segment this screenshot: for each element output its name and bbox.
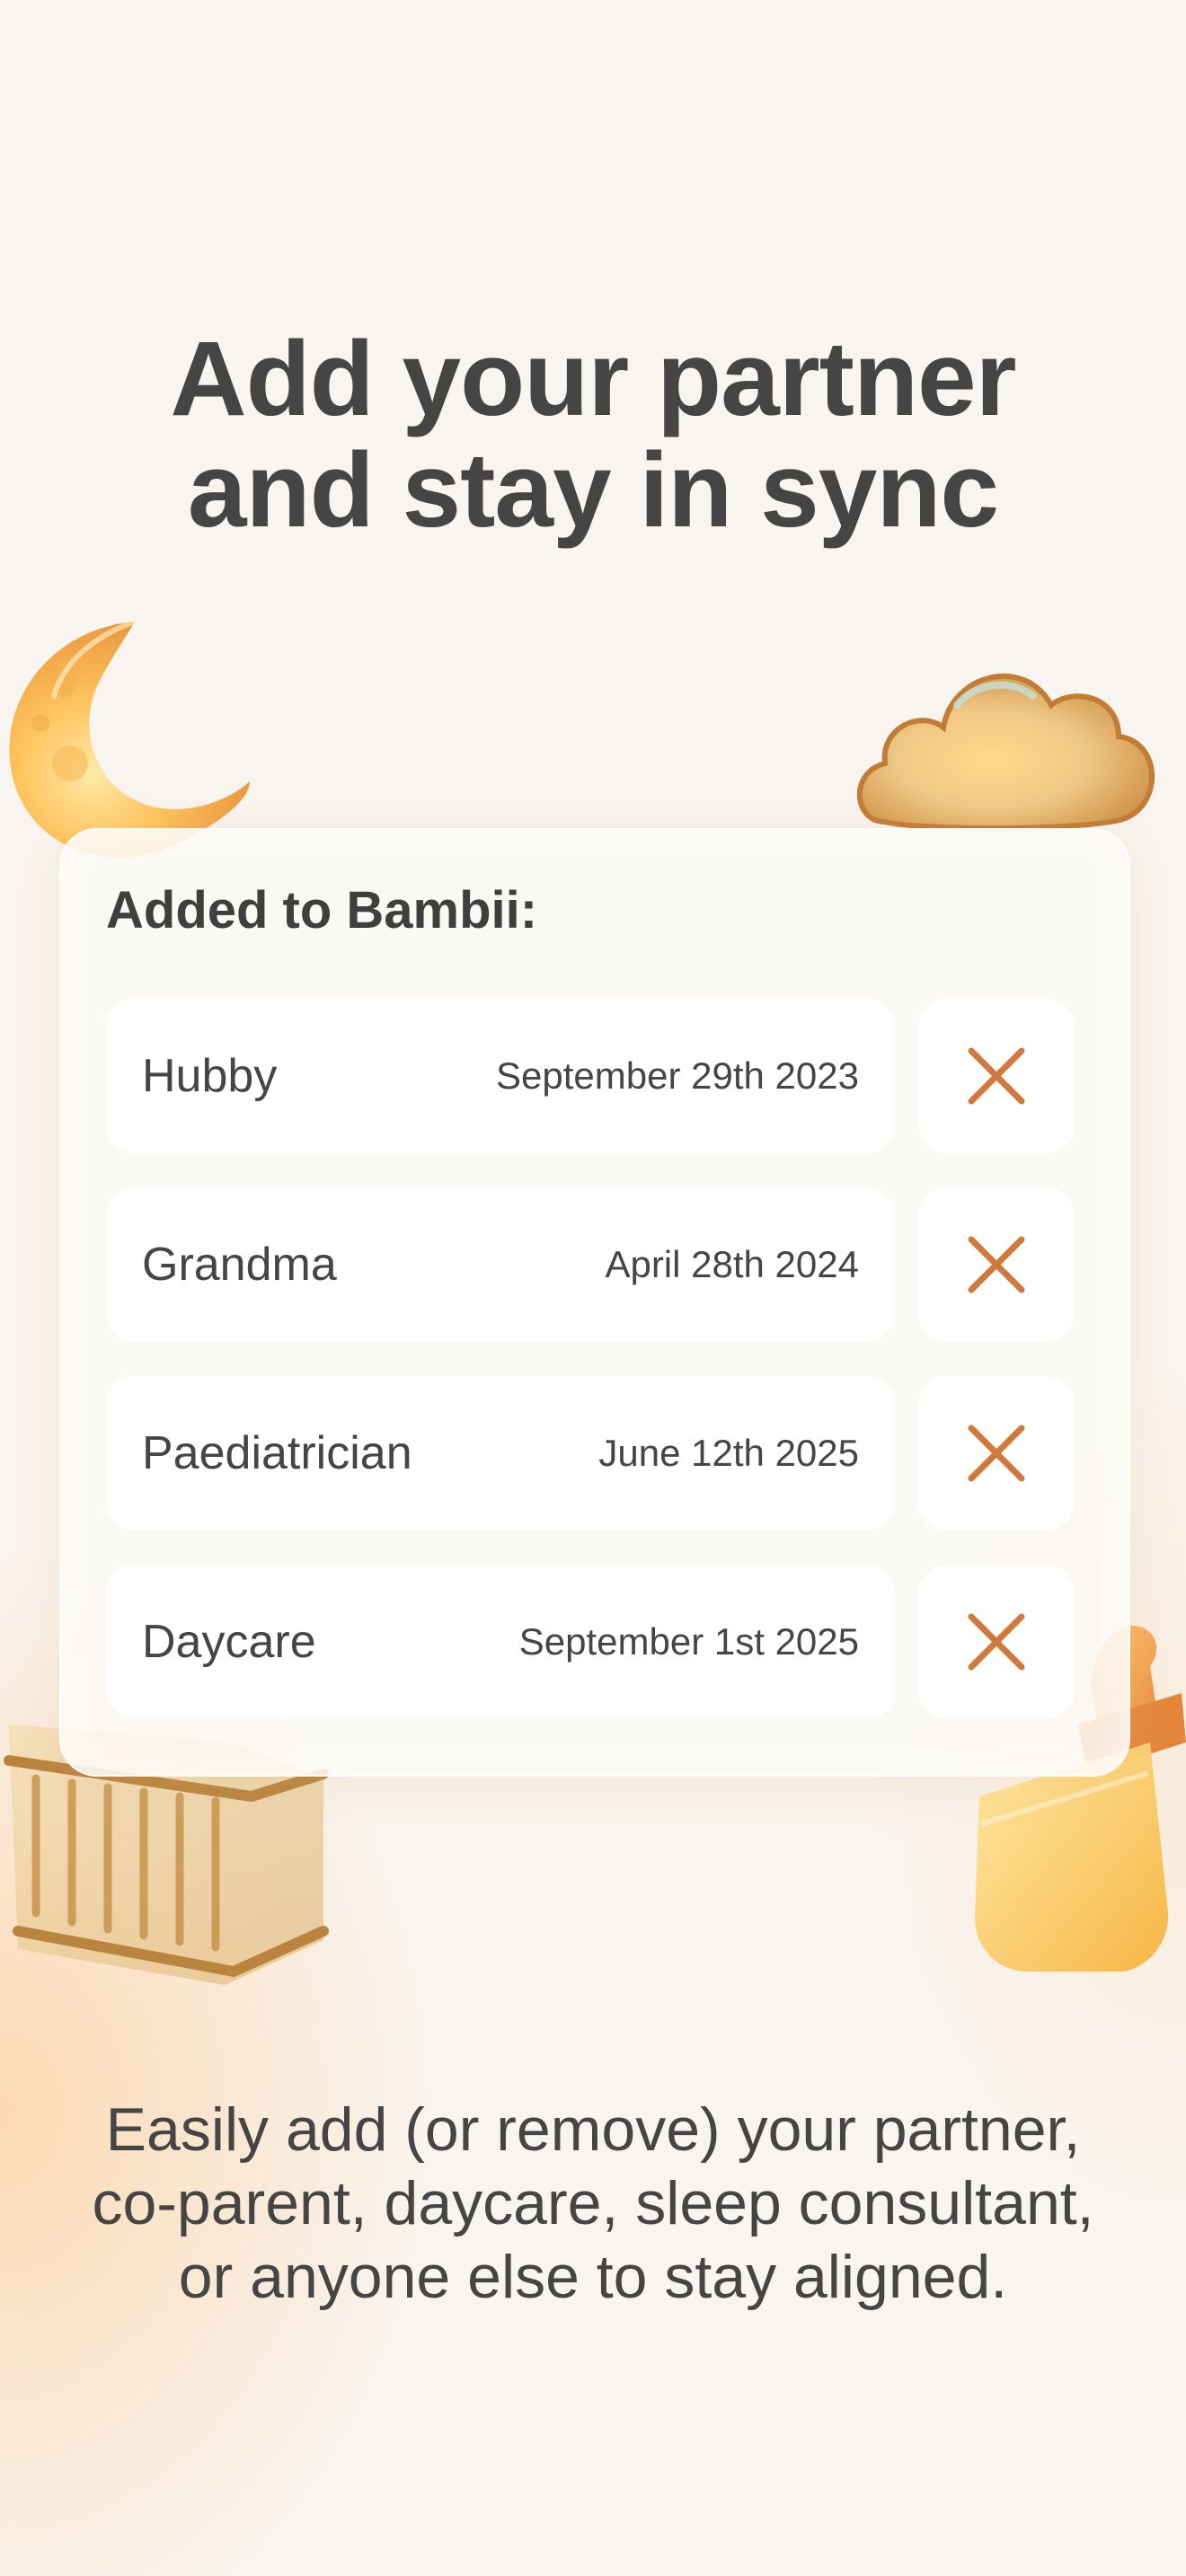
remove-button[interactable] (918, 999, 1075, 1153)
list-item-date: September 1st 2025 (518, 1620, 859, 1663)
headline: Add your partner and stay in sync (0, 323, 1186, 546)
remove-button[interactable] (918, 1376, 1075, 1531)
list-item-name: Grandma (142, 1239, 337, 1291)
close-icon (968, 1047, 1025, 1105)
list-item-name: Daycare (142, 1616, 316, 1668)
description-line-3: or anyone else to stay aligned. (178, 2243, 1008, 2311)
list-item-info: Daycare September 1st 2025 (106, 1565, 895, 1719)
list-item-info: Paediatrician June 12th 2025 (106, 1376, 895, 1531)
description-text: Easily add (or remove) your partner, co-… (36, 2093, 1150, 2314)
cloud-icon (856, 673, 1155, 831)
list-item-name: Hubby (142, 1050, 278, 1102)
list-item: Daycare September 1st 2025 (106, 1565, 1075, 1719)
list-item-date: September 29th 2023 (496, 1054, 859, 1097)
shared-users-card: Added to Bambii: Hubby September 29th 20… (59, 828, 1130, 1777)
headline-line-2: and stay in sync (187, 431, 999, 550)
list-item-date: June 12th 2025 (598, 1432, 859, 1474)
description-line-1: Easily add (or remove) your partner, (105, 2095, 1081, 2164)
list-item: Paediatrician June 12th 2025 (106, 1376, 1075, 1531)
card-title: Added to Bambii: (106, 881, 538, 940)
list-item-info: Grandma April 28th 2024 (106, 1187, 895, 1342)
remove-button[interactable] (918, 1565, 1075, 1719)
close-icon (968, 1425, 1025, 1482)
close-icon (968, 1613, 1025, 1671)
remove-button[interactable] (918, 1187, 1075, 1342)
list-item-date: April 28th 2024 (605, 1243, 859, 1285)
list-item-info: Hubby September 29th 2023 (106, 999, 895, 1153)
list-item: Grandma April 28th 2024 (106, 1187, 1075, 1342)
description-line-2: co-parent, daycare, sleep consultant, (92, 2169, 1094, 2237)
list-item: Hubby September 29th 2023 (106, 999, 1075, 1153)
headline-line-1: Add your partner (170, 320, 1016, 438)
close-icon (968, 1236, 1025, 1293)
list-item-name: Paediatrician (142, 1427, 412, 1479)
